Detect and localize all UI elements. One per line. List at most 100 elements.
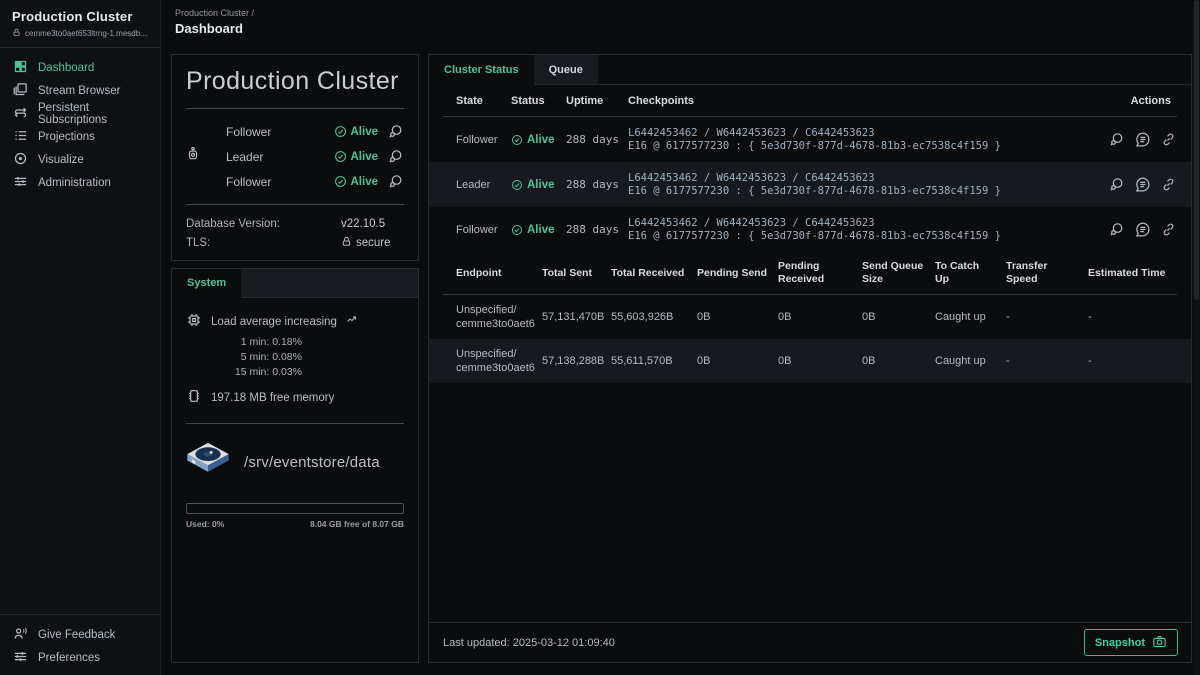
- node-gossip-icon[interactable]: [378, 148, 404, 165]
- sidebar-item-label: Visualize: [38, 154, 84, 166]
- scrollbar-thumb[interactable]: [1194, 0, 1199, 300]
- tab-cluster-status[interactable]: Cluster Status: [429, 55, 534, 86]
- row-pending-received: 0B: [778, 355, 862, 367]
- alive-label: Alive: [527, 179, 555, 191]
- sidebar-item-visualize[interactable]: Visualize: [0, 148, 160, 171]
- sidebar-item-preferences[interactable]: Preferences: [0, 646, 160, 669]
- check-circle-icon: [511, 224, 523, 236]
- db-version-value: v22.10.5: [341, 218, 385, 230]
- alive-badge: Alive: [334, 150, 379, 163]
- alive-badge: Alive: [334, 125, 379, 138]
- link-icon[interactable]: [1160, 221, 1177, 238]
- disk-usage-bar: [186, 503, 404, 514]
- cluster-panel-title: Production Cluster: [186, 67, 404, 96]
- sidebar-item-persistent-subscriptions[interactable]: Persistent Subscriptions: [0, 102, 160, 125]
- panel-footer: Last updated: 2025-03-12 01:09:40 Snapsh…: [429, 622, 1191, 662]
- cluster-node-row: Leader Alive: [186, 144, 404, 169]
- tls-row: TLS: secure: [186, 233, 404, 252]
- row-endpoint: Unspecified/ cemme3to0aet6: [456, 303, 542, 331]
- tab-system[interactable]: System: [172, 269, 241, 298]
- logs-icon[interactable]: [1134, 131, 1151, 148]
- cluster-node-row: Follower Alive: [186, 119, 404, 144]
- disk-row: /srv/eventstore/data: [186, 442, 404, 483]
- sidebar-divider: [0, 614, 160, 615]
- sidebar-item-stream-browser[interactable]: Stream Browser: [0, 79, 160, 102]
- load-average-values: 1 min: 0.18% 5 min: 0.08% 15 min: 0.03%: [216, 335, 302, 380]
- sidebar-item-projections[interactable]: Projections: [0, 125, 160, 148]
- link-icon[interactable]: [1160, 131, 1177, 148]
- sidebar-item-dashboard[interactable]: Dashboard: [0, 56, 160, 79]
- row-estimated-time: -: [1088, 311, 1177, 323]
- feedback-icon: [13, 626, 28, 644]
- page-scrollbar[interactable]: [1193, 0, 1200, 675]
- endpoint-line1: Unspecified/: [456, 303, 542, 317]
- logs-icon[interactable]: [1134, 221, 1151, 238]
- col-send-queue-size: Send Queue Size: [862, 260, 935, 286]
- row-pending-send: 0B: [697, 311, 778, 323]
- snapshot-button-label: Snapshot: [1095, 637, 1145, 649]
- sidebar-item-label: Stream Browser: [38, 85, 120, 97]
- snapshot-button[interactable]: Snapshot: [1084, 629, 1178, 656]
- check-circle-icon: [334, 175, 347, 188]
- row-actions: [1081, 176, 1177, 193]
- preferences-icon: [13, 649, 28, 667]
- disk-icon: [186, 442, 230, 483]
- lock-icon: [341, 236, 352, 250]
- divider: [186, 204, 404, 205]
- logs-icon[interactable]: [1134, 176, 1151, 193]
- col-transfer-speed: Transfer Speed: [1006, 260, 1088, 286]
- system-tabbar: System: [172, 269, 418, 298]
- sidebar-item-give-feedback[interactable]: Give Feedback: [0, 623, 160, 646]
- check-circle-icon: [511, 134, 523, 146]
- stream-browser-icon: [13, 82, 28, 100]
- load-15min: 15 min: 0.03%: [216, 365, 302, 380]
- tab-queue[interactable]: Queue: [534, 55, 598, 85]
- sidebar-item-administration[interactable]: Administration: [0, 171, 160, 194]
- db-version-row: Database Version: v22.10.5: [186, 214, 404, 233]
- gossip-icon[interactable]: [1108, 131, 1125, 148]
- gossip-icon[interactable]: [1108, 176, 1125, 193]
- row-state: Leader: [456, 179, 511, 191]
- row-total-received: 55,603,926B: [611, 311, 697, 323]
- replication-table-row: Unspecified/ cemme3to0aet6 57,131,470B 5…: [429, 295, 1191, 339]
- col-total-sent: Total Sent: [542, 267, 611, 280]
- row-checkpoints: L6442453462 / W6442453623 / C6442453623 …: [628, 127, 1081, 153]
- checkpoint-line2: E16 @ 6177577230 : { 5e3d730f-877d-4678-…: [628, 185, 1081, 198]
- sidebar-nav: Dashboard Stream Browser Persistent Subs…: [0, 56, 160, 194]
- col-uptime: Uptime: [566, 95, 628, 107]
- cluster-host-label: cemme3to0aet653ltrng-1.mesdb....: [25, 29, 148, 38]
- col-to-catch-up: To Catch Up: [935, 260, 1006, 286]
- cluster-overview-panel: Production Cluster Follower Alive Leader: [171, 54, 419, 261]
- row-uptime: 288 days: [566, 178, 628, 191]
- persistent-subscriptions-icon: [13, 105, 28, 123]
- node-gossip-icon[interactable]: [378, 173, 404, 190]
- lock-icon: [12, 28, 21, 39]
- gossip-icon[interactable]: [1108, 221, 1125, 238]
- system-panel: System Load average increasing 1 min: 0.…: [171, 268, 419, 663]
- disk-free-label: 8.04 GB free of 8.07 GB: [310, 519, 404, 529]
- col-pending-received: Pending Received: [778, 260, 862, 286]
- cluster-table-row: Follower Alive 288 days L6442453462 / W6…: [429, 117, 1191, 162]
- free-memory-row: 197.18 MB free memory: [186, 388, 404, 407]
- node-gossip-icon[interactable]: [378, 123, 404, 140]
- breadcrumb[interactable]: Production Cluster /: [175, 8, 1200, 18]
- row-state: Follower: [456, 224, 511, 236]
- alive-badge: Alive: [334, 175, 379, 188]
- replication-table-header: Endpoint Total Sent Total Received Pendi…: [429, 252, 1191, 294]
- row-uptime: 288 days: [566, 133, 628, 146]
- alive-label: Alive: [527, 134, 555, 146]
- sidebar-item-label: Dashboard: [38, 62, 94, 74]
- link-icon[interactable]: [1160, 176, 1177, 193]
- db-version-label: Database Version:: [186, 218, 341, 230]
- endpoint-line2: cemme3to0aet6: [456, 361, 542, 375]
- check-circle-icon: [334, 150, 347, 163]
- checkpoint-line2: E16 @ 6177577230 : { 5e3d730f-877d-4678-…: [628, 230, 1081, 243]
- memory-icon: [186, 388, 202, 407]
- endpoint-line1: Unspecified/: [456, 347, 542, 361]
- node-state-label: Follower: [208, 175, 334, 189]
- row-pending-received: 0B: [778, 311, 862, 323]
- cluster-table-row: Follower Alive 288 days L6442453462 / W6…: [429, 207, 1191, 252]
- alive-label: Alive: [527, 224, 555, 236]
- administration-icon: [13, 174, 28, 192]
- row-state: Follower: [456, 134, 511, 146]
